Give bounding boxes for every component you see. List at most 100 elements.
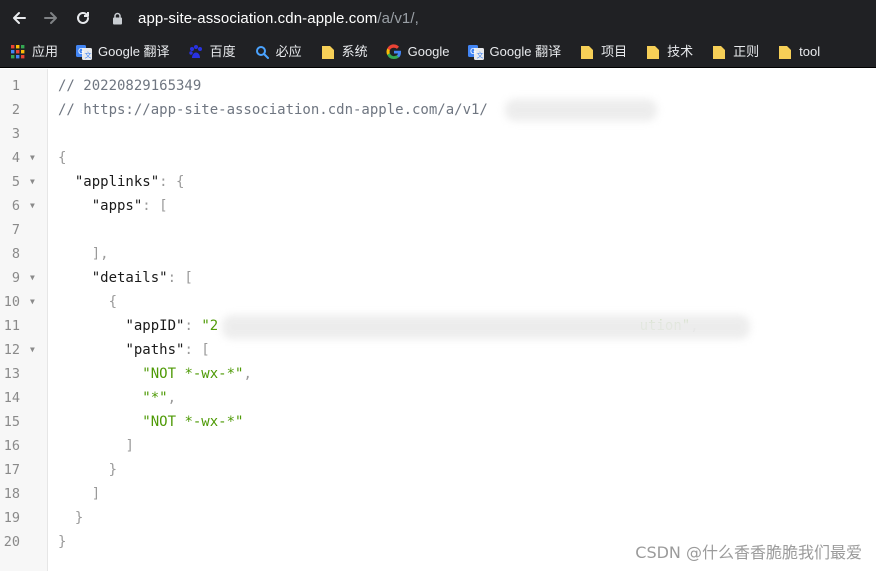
- code-line: 10 ▼ {: [0, 290, 876, 314]
- reload-button[interactable]: [67, 0, 99, 36]
- code-line: 2 // https://app-site-association.cdn-app…: [0, 98, 876, 122]
- json-viewer: 1 // 20220829165349 2 // https://app-site-a…: [0, 69, 876, 571]
- bookmark-label: Google 翻译: [489, 43, 562, 59]
- code-text: {: [58, 146, 66, 170]
- line-number: 12: [3, 342, 20, 358]
- code-line: 1 // 20220829165349: [0, 74, 876, 98]
- bookmark-item[interactable]: 应用: [10, 36, 58, 68]
- svg-text:文: 文: [476, 50, 483, 59]
- code-token: ]: [91, 486, 101, 502]
- code-token: "2: [201, 318, 219, 334]
- bookmark-item[interactable]: 必应: [254, 36, 302, 68]
- folder-icon: [777, 44, 793, 60]
- google-icon: [386, 43, 402, 60]
- back-button[interactable]: [3, 0, 35, 36]
- fold-toggle-icon[interactable]: ▼: [30, 194, 35, 218]
- code-token: }: [58, 534, 67, 550]
- bookmark-item[interactable]: tool: [777, 36, 820, 68]
- code-text: "*",: [58, 386, 176, 410]
- line-number: 16: [3, 438, 20, 454]
- bookmark-label: 应用: [32, 43, 59, 59]
- line-number: 13: [3, 366, 20, 382]
- bookmarks-bar: 应用 G 文 Google 翻译 百度 必应 系统 Google G 文 Google 翻译 项目 技术…: [0, 36, 876, 68]
- forward-button[interactable]: [35, 0, 67, 36]
- line-number: 2: [11, 102, 20, 118]
- code-line: 13 "NOT *-wx-*",: [0, 362, 876, 386]
- code-token: "appID": [125, 318, 185, 334]
- google-translate-icon: G文: [467, 44, 484, 60]
- line-number: 9: [11, 270, 20, 286]
- code-text: "apps": [: [58, 194, 168, 218]
- code-line: 5 ▼ "applinks": {: [0, 170, 876, 194]
- line-number: 19: [3, 510, 20, 526]
- line-number: 3: [11, 126, 20, 142]
- bookmark-item[interactable]: G 文 Google 翻译: [76, 36, 170, 68]
- code-token: "details": [91, 270, 168, 286]
- bookmark-item[interactable]: Google: [386, 36, 450, 68]
- svg-text:文: 文: [85, 50, 92, 59]
- fold-toggle-icon[interactable]: ▼: [30, 290, 35, 314]
- address-bar[interactable]: app-site-association.cdn-apple.com/a/v1/…: [106, 5, 866, 31]
- folder-icon: [320, 44, 336, 60]
- bookmark-item[interactable]: 技术: [645, 36, 693, 68]
- code-token: "NOT *-wx-*": [142, 366, 244, 382]
- code-text: "paths": [: [58, 338, 210, 362]
- code-token: : [: [142, 198, 168, 214]
- fold-toggle-icon[interactable]: ▼: [30, 338, 35, 362]
- fold-toggle-icon[interactable]: ▼: [30, 146, 35, 170]
- code-text: ]: [58, 434, 134, 458]
- search-icon: [254, 44, 270, 60]
- reload-icon: [77, 11, 89, 24]
- line-number: 4: [11, 150, 20, 166]
- bookmark-item[interactable]: 项目: [579, 36, 627, 68]
- code-line: 8 ],: [0, 242, 876, 266]
- bookmark-label: 必应: [275, 43, 302, 59]
- svg-text:G: G: [78, 47, 84, 56]
- code-text: }: [58, 530, 66, 554]
- google-translate-icon: G文: [76, 44, 93, 60]
- code-token: ]: [125, 438, 134, 454]
- code-token: {: [58, 150, 67, 166]
- code-line: 4 ▼ {: [0, 146, 876, 170]
- line-number: 7: [11, 222, 20, 238]
- code-text: "NOT *-wx-*",: [58, 362, 252, 386]
- line-number: 8: [11, 246, 20, 262]
- redaction-blur: [222, 315, 750, 339]
- fold-toggle-icon[interactable]: ▼: [30, 170, 35, 194]
- code-line: 12 ▼ "paths": [: [0, 338, 876, 362]
- fold-toggle-icon[interactable]: ▼: [30, 266, 35, 290]
- bookmark-item[interactable]: 百度: [188, 36, 236, 68]
- bookmark-item[interactable]: 正则: [711, 36, 759, 68]
- code-token: ,: [243, 366, 252, 382]
- folder-icon: [711, 44, 727, 60]
- code-line: 16 ]: [0, 434, 876, 458]
- bookmark-label: 项目: [601, 43, 628, 59]
- browser-toolbar: app-site-association.cdn-apple.com/a/v1/…: [0, 0, 876, 36]
- line-number: 6: [11, 198, 20, 214]
- code-token: : [: [184, 342, 210, 358]
- code-line: 7: [0, 218, 876, 242]
- arrow-left-icon: [13, 12, 26, 24]
- code-text: {: [58, 290, 117, 314]
- code-line: 14 "*",: [0, 386, 876, 410]
- bookmark-label: tool: [799, 43, 821, 59]
- code-token: ],: [91, 246, 109, 262]
- code-token: "NOT *-wx-*": [142, 414, 244, 430]
- bookmark-label: 百度: [209, 43, 236, 59]
- code-line: 18 ]: [0, 482, 876, 506]
- bookmark-item[interactable]: G 文 Google 翻译: [467, 36, 562, 68]
- bookmark-item[interactable]: 系统: [320, 36, 368, 68]
- code-text: "applinks": {: [58, 170, 185, 194]
- url-text: app-site-association.cdn-apple.com/a/v1/…: [138, 9, 419, 27]
